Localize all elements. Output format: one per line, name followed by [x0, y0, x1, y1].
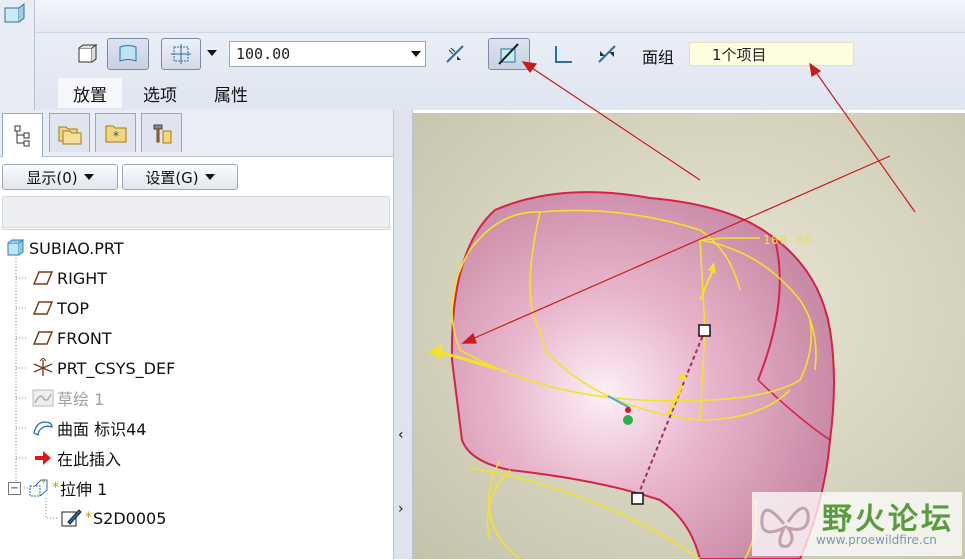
model-tree: SUBIAO.PRT RIGHT TOP FRONT PRT_CSYS_DEF … — [2, 229, 390, 560]
svg-text:*: * — [41, 478, 46, 489]
watermark-url: www.proewildfire.cn — [816, 533, 937, 547]
chevron-down-icon[interactable] — [411, 51, 421, 57]
watermark: 野火论坛 www.proewildfire.cn — [752, 492, 962, 556]
svg-text:*: * — [113, 129, 119, 143]
section-sketch-icon — [60, 507, 82, 529]
depth-value[interactable]: 100.00 — [236, 45, 290, 63]
depth-option-button[interactable] — [161, 38, 201, 70]
tree-item-label: 拉伸 1 — [60, 480, 108, 499]
tab-properties[interactable]: 属性 — [200, 78, 262, 108]
new-feature-asterisk: * — [85, 510, 92, 526]
tree-item-label: TOP — [57, 298, 90, 318]
solid-icon — [78, 44, 97, 63]
tab-placement[interactable]: 放置 — [58, 78, 122, 108]
sketch-icon — [32, 387, 54, 409]
chevron-down-icon — [204, 174, 215, 180]
flip-thicken-button[interactable] — [592, 38, 622, 70]
tree-item-section[interactable]: * S2D0005 — [60, 506, 166, 530]
tree-item-label: FRONT — [57, 328, 112, 348]
model-tree-icon — [14, 125, 29, 146]
tab-connections[interactable] — [141, 113, 182, 152]
tree-item-top[interactable]: TOP — [32, 296, 89, 320]
thicken-icon — [555, 46, 572, 63]
folder-icon — [58, 126, 81, 145]
surface-option-button[interactable] — [107, 38, 149, 70]
tree-item-extrude[interactable]: − * * 拉伸 1 — [8, 476, 107, 500]
tree-header-bar — [2, 196, 390, 228]
dimension-label[interactable]: 100.00 — [763, 233, 812, 247]
feature-icon — [4, 2, 25, 23]
expand-right-icon[interactable]: › — [398, 502, 408, 516]
tree-item-label: RIGHT — [57, 268, 108, 288]
quilt-collector[interactable]: 1个项目 — [689, 42, 854, 66]
tab-model-tree[interactable] — [2, 113, 43, 157]
show-button[interactable]: 显示(0) — [2, 164, 118, 190]
flip-side-icon — [598, 45, 616, 63]
tab-favorites[interactable]: * — [95, 113, 136, 152]
flip-direction-icon — [446, 45, 464, 63]
surface-icon — [32, 417, 54, 439]
insert-here-arrow-icon — [32, 447, 54, 469]
tree-item-insert-here[interactable]: 在此插入 — [32, 446, 121, 470]
settings-button[interactable]: 设置(G) — [122, 164, 238, 190]
tree-item-label: SUBIAO.PRT — [29, 238, 124, 258]
tree-item-front[interactable]: FRONT — [32, 326, 112, 350]
csys-icon — [32, 357, 54, 379]
tree-item-right[interactable]: RIGHT — [32, 266, 107, 290]
tab-folder-browser[interactable] — [49, 113, 90, 152]
chevron-down-icon — [83, 174, 94, 180]
butterfly-logo-icon — [760, 506, 810, 548]
datum-plane-icon — [32, 297, 54, 319]
tree-item-label: 草绘 1 — [57, 390, 105, 409]
settings-button-label: 设置(G) — [145, 168, 199, 187]
quilt-label: 面组 — [642, 48, 675, 67]
watermark-title: 野火论坛 — [822, 502, 954, 537]
tools-icon — [153, 124, 171, 144]
panel-splitter[interactable]: ‹ › — [393, 110, 413, 559]
tree-item-label: 曲面 标识44 — [57, 420, 147, 439]
flip-direction-button[interactable] — [440, 38, 470, 70]
remove-material-icon — [498, 43, 519, 65]
collapse-toggle[interactable]: − — [8, 481, 21, 495]
show-button-label: 显示(0) — [26, 168, 78, 187]
tree-item-part[interactable]: SUBIAO.PRT — [4, 236, 124, 260]
thicken-button[interactable] — [548, 38, 578, 70]
dashboard-title-strip — [0, 0, 965, 33]
dashboard-corner — [0, 0, 35, 110]
tree-item-csys[interactable]: PRT_CSYS_DEF — [32, 356, 175, 380]
tree-item-surface[interactable]: 曲面 标识44 — [32, 416, 146, 440]
depth-option-dropdown-arrow[interactable] — [207, 50, 217, 56]
blind-depth-icon — [171, 44, 191, 64]
datum-plane-icon — [32, 327, 54, 349]
tree-item-label: PRT_CSYS_DEF — [57, 358, 176, 378]
collapse-left-icon[interactable]: ‹ — [398, 428, 408, 442]
tree-item-sketch[interactable]: 草绘 1 — [32, 386, 104, 410]
extrude-icon: * — [27, 477, 49, 499]
new-feature-asterisk: * — [52, 480, 59, 496]
tree-item-label: 在此插入 — [57, 450, 122, 469]
surface-icon — [119, 45, 137, 62]
solid-option-button[interactable] — [71, 38, 101, 70]
tree-item-label: S2D0005 — [93, 508, 167, 528]
part-icon — [4, 237, 26, 259]
favorites-icon: * — [105, 125, 126, 143]
depth-value-combo[interactable]: 100.00 — [229, 41, 426, 67]
tab-options[interactable]: 选项 — [130, 78, 190, 108]
remove-material-button[interactable] — [488, 38, 530, 70]
datum-plane-icon — [32, 267, 54, 289]
